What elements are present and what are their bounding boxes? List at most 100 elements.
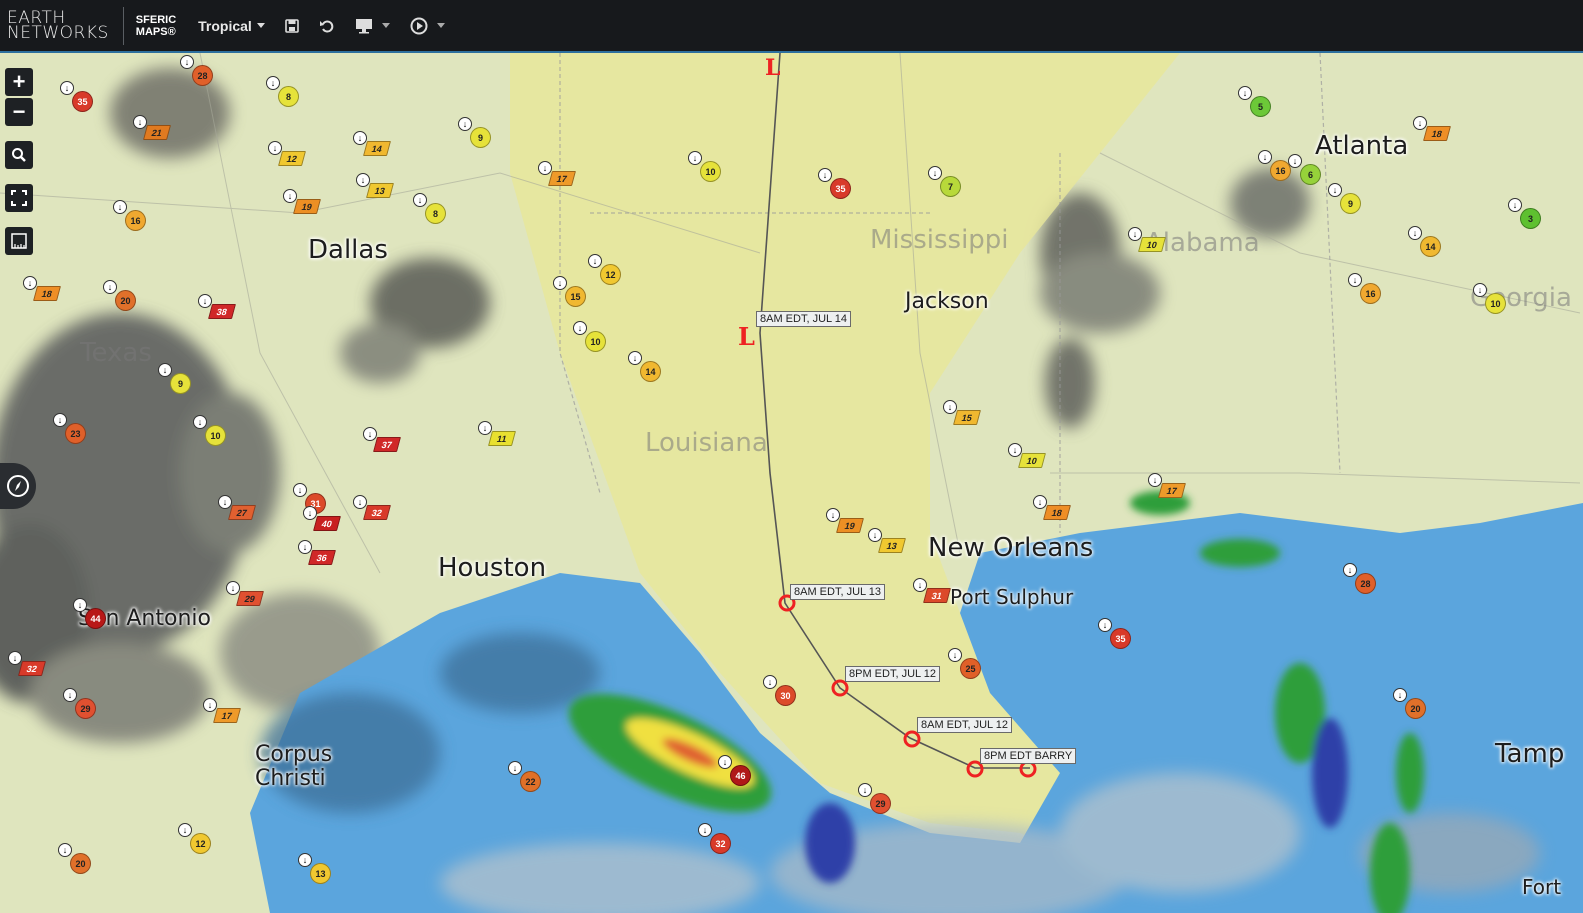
wind-direction-icon: ↓: [1008, 443, 1022, 457]
observation-marker[interactable]: 10: [1017, 453, 1047, 468]
observation-marker[interactable]: 14: [1420, 236, 1441, 257]
observation-marker[interactable]: 14: [640, 361, 661, 382]
observation-marker[interactable]: 12: [190, 833, 211, 854]
observation-marker[interactable]: 9: [170, 373, 191, 394]
observation-marker[interactable]: 11: [487, 431, 517, 446]
undo-button[interactable]: [319, 18, 335, 34]
observation-marker[interactable]: 30: [775, 685, 796, 706]
observation-marker[interactable]: 15: [565, 286, 586, 307]
observation-marker[interactable]: 16: [1360, 283, 1381, 304]
display-dropdown[interactable]: [355, 18, 390, 34]
observation-marker[interactable]: 17: [1157, 483, 1187, 498]
weather-map[interactable]: L L Mississippi Louisiana Alabama Texas …: [0, 53, 1583, 913]
observation-marker[interactable]: 21: [142, 125, 172, 140]
observation-marker[interactable]: 22: [520, 771, 541, 792]
wind-direction-icon: ↓: [628, 351, 642, 365]
observation-marker[interactable]: 13: [365, 183, 395, 198]
observation-marker[interactable]: 13: [877, 538, 907, 553]
observation-marker[interactable]: 25: [960, 658, 981, 679]
floppy-disk-icon: [285, 18, 299, 33]
wind-direction-icon: ↓: [283, 189, 297, 203]
wind-direction-icon: ↓: [63, 688, 77, 702]
observation-marker[interactable]: 16: [125, 210, 146, 231]
observation-marker[interactable]: 44: [85, 608, 106, 629]
observation-marker[interactable]: 35: [72, 91, 93, 112]
observation-marker[interactable]: 10: [205, 425, 226, 446]
wind-direction-icon: ↓: [588, 254, 602, 268]
observation-marker[interactable]: 9: [470, 127, 491, 148]
observation-marker[interactable]: 23: [65, 423, 86, 444]
wind-direction-icon: ↓: [858, 783, 872, 797]
observation-marker[interactable]: 15: [952, 410, 982, 425]
observation-marker[interactable]: 20: [1405, 698, 1426, 719]
observation-marker[interactable]: 19: [835, 518, 865, 533]
earth-networks-logo: EARTH NETWORKS: [7, 7, 109, 43]
observation-marker[interactable]: 12: [600, 264, 621, 285]
wind-direction-icon: ↓: [180, 55, 194, 69]
observation-marker[interactable]: 46: [730, 765, 751, 786]
city-label: Atlanta: [1315, 131, 1409, 161]
observation-marker[interactable]: 20: [115, 290, 136, 311]
observation-marker[interactable]: 20: [70, 853, 91, 874]
observation-marker[interactable]: 10: [1137, 237, 1167, 252]
observation-marker[interactable]: 38: [207, 304, 237, 319]
observation-marker[interactable]: 13: [310, 863, 331, 884]
observation-marker[interactable]: 18: [32, 286, 62, 301]
wind-direction-icon: ↓: [353, 495, 367, 509]
observation-marker[interactable]: 31: [922, 588, 952, 603]
observation-marker[interactable]: 29: [870, 793, 891, 814]
zoom-in-button[interactable]: +: [5, 68, 33, 96]
observation-marker[interactable]: 6: [1300, 164, 1321, 185]
observation-marker[interactable]: 18: [1042, 505, 1072, 520]
observation-marker[interactable]: 17: [547, 171, 577, 186]
ruler-icon: [11, 233, 27, 249]
observation-marker[interactable]: 36: [307, 550, 337, 565]
observation-marker[interactable]: 10: [700, 161, 721, 182]
observation-marker[interactable]: 8: [425, 203, 446, 224]
observation-marker[interactable]: 37: [372, 437, 402, 452]
observation-marker[interactable]: 3: [1520, 208, 1541, 229]
observation-marker[interactable]: 12: [277, 151, 307, 166]
save-button[interactable]: [285, 18, 299, 33]
observation-marker[interactable]: 32: [362, 505, 392, 520]
observation-marker[interactable]: 35: [1110, 628, 1131, 649]
observation-marker[interactable]: 9: [1340, 193, 1361, 214]
observation-marker[interactable]: 32: [17, 661, 47, 676]
playback-dropdown[interactable]: [410, 17, 445, 35]
observation-marker[interactable]: 29: [235, 591, 265, 606]
observation-marker[interactable]: 28: [1355, 573, 1376, 594]
chevron-down-icon: [256, 23, 265, 28]
wind-direction-icon: ↓: [458, 117, 472, 131]
observation-marker[interactable]: 27: [227, 505, 257, 520]
observation-marker[interactable]: 14: [362, 141, 392, 156]
city-label: Fort: [1522, 875, 1562, 899]
layer-dropdown[interactable]: Tropical: [198, 18, 265, 34]
observation-marker[interactable]: 35: [830, 178, 851, 199]
track-label: 8AM EDT, JUL 13: [790, 584, 886, 600]
observation-marker[interactable]: 19: [292, 199, 322, 214]
wind-direction-icon: ↓: [826, 508, 840, 522]
observation-marker[interactable]: 29: [75, 698, 96, 719]
observation-marker[interactable]: 5: [1250, 96, 1271, 117]
magnifier-button[interactable]: [5, 141, 33, 169]
wind-direction-icon: ↓: [356, 173, 370, 187]
fullscreen-button[interactable]: [5, 184, 33, 212]
observation-marker[interactable]: 17: [212, 708, 242, 723]
wind-direction-icon: ↓: [1393, 688, 1407, 702]
ruler-button[interactable]: [5, 227, 33, 255]
zoom-out-button[interactable]: −: [5, 98, 33, 126]
wind-direction-icon: ↓: [948, 648, 962, 662]
compass-icon: [7, 475, 29, 497]
wind-direction-icon: ↓: [293, 483, 307, 497]
wind-direction-icon: ↓: [718, 755, 732, 769]
observation-marker[interactable]: 40: [312, 516, 342, 531]
observation-marker[interactable]: 18: [1422, 126, 1452, 141]
observation-marker[interactable]: 8: [278, 86, 299, 107]
observation-marker[interactable]: 16: [1270, 160, 1291, 181]
observation-marker[interactable]: 10: [1485, 293, 1506, 314]
state-label: Mississippi: [870, 225, 1009, 255]
observation-marker[interactable]: 7: [940, 176, 961, 197]
observation-marker[interactable]: 28: [192, 65, 213, 86]
observation-marker[interactable]: 10: [585, 331, 606, 352]
observation-marker[interactable]: 32: [710, 833, 731, 854]
